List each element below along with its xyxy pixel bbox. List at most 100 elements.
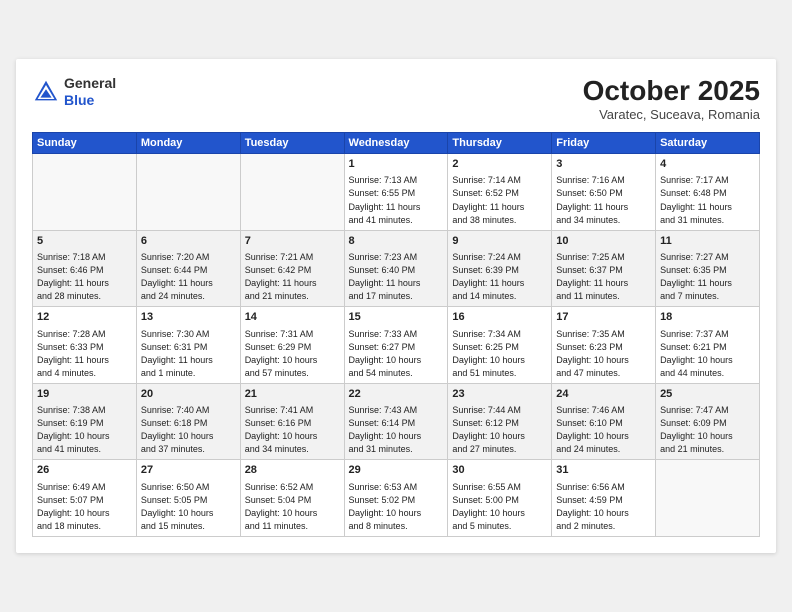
day-number: 3 (556, 157, 651, 172)
day-info: Sunrise: 7:14 AM Sunset: 6:52 PM Dayligh… (452, 174, 547, 226)
header-tuesday: Tuesday (240, 133, 344, 154)
table-row: 24 Sunrise: 7:46 AM Sunset: 6:10 PM Dayli… (552, 383, 656, 460)
calendar-grid: Sunday Monday Tuesday Wednesday Thursday… (32, 132, 760, 537)
calendar-week-row: 26 Sunrise: 6:49 AM Sunset: 5:07 PM Dayli… (33, 460, 760, 537)
day-number: 23 (452, 387, 547, 402)
header-sunday: Sunday (33, 133, 137, 154)
day-number: 25 (660, 387, 755, 402)
table-row: 25Sunrise: 7:47 AM Sunset: 6:09 PM Dayli… (656, 383, 760, 460)
header-monday: Monday (136, 133, 240, 154)
day-number: 8 (349, 234, 444, 249)
table-row: 5Sunrise: 7:18 AM Sunset: 6:46 PM Daylig… (33, 230, 137, 307)
weekday-header-row: Sunday Monday Tuesday Wednesday Thursday… (33, 133, 760, 154)
calendar-week-row: 1 Sunrise: 7:13 AM Sunset: 6:55 PM Daylig… (33, 154, 760, 231)
table-row: 11 Sunrise: 7:27 AM Sunset: 6:35 PM Dayli… (656, 230, 760, 307)
table-row: 9 Sunrise: 7:24 AM Sunset: 6:39 PM Daylig… (448, 230, 552, 307)
day-number: 9 (452, 234, 547, 249)
day-number: 16 (452, 310, 547, 325)
day-info: Sunrise: 7:44 AM Sunset: 6:12 PM Dayligh… (452, 404, 547, 456)
day-number: 1 (349, 157, 444, 172)
table-row: 12Sunrise: 7:28 AM Sunset: 6:33 PM Dayli… (33, 307, 137, 384)
day-info: Sunrise: 7:28 AM Sunset: 6:33 PM Dayligh… (37, 328, 132, 380)
table-row: 21 Sunrise: 7:41 AM Sunset: 6:16 PM Dayli… (240, 383, 344, 460)
day-number: 30 (452, 463, 547, 478)
table-row: 10 Sunrise: 7:25 AM Sunset: 6:37 PM Dayli… (552, 230, 656, 307)
table-row: 19 Sunrise: 7:38 AM Sunset: 6:19 PM Dayli… (33, 383, 137, 460)
table-row: 26 Sunrise: 6:49 AM Sunset: 5:07 PM Dayli… (33, 460, 137, 537)
day-number: 19 (37, 387, 132, 402)
table-row: 18 Sunrise: 7:37 AM Sunset: 6:21 PM Dayli… (656, 307, 760, 384)
calendar-container: General Blue October 2025 Varatec, Sucea… (16, 59, 776, 553)
day-number: 13 (141, 310, 236, 325)
day-number: 29 (349, 463, 444, 478)
day-number: 21 (245, 387, 340, 402)
table-row: 7Sunrise: 7:21 AM Sunset: 6:42 PM Daylig… (240, 230, 344, 307)
table-row: 29 Sunrise: 6:53 AM Sunset: 5:02 PM Dayli… (344, 460, 448, 537)
logo-icon (32, 78, 60, 106)
day-info: Sunrise: 7:33 AM Sunset: 6:27 PM Dayligh… (349, 328, 444, 380)
day-info: Sunrise: 7:24 AM Sunset: 6:39 PM Dayligh… (452, 251, 547, 303)
header-saturday: Saturday (656, 133, 760, 154)
day-number: 22 (349, 387, 444, 402)
header-friday: Friday (552, 133, 656, 154)
day-info: Sunrise: 7:27 AM Sunset: 6:35 PM Dayligh… (660, 251, 755, 303)
header: General Blue October 2025 Varatec, Sucea… (32, 75, 760, 122)
table-row: 14 Sunrise: 7:31 AM Sunset: 6:29 PM Dayli… (240, 307, 344, 384)
day-number: 28 (245, 463, 340, 478)
day-info: Sunrise: 7:25 AM Sunset: 6:37 PM Dayligh… (556, 251, 651, 303)
day-info: Sunrise: 6:55 AM Sunset: 5:00 PM Dayligh… (452, 481, 547, 533)
table-row: 17 Sunrise: 7:35 AM Sunset: 6:23 PM Dayli… (552, 307, 656, 384)
day-number: 11 (660, 234, 755, 249)
header-thursday: Thursday (448, 133, 552, 154)
table-row (136, 154, 240, 231)
day-info: Sunrise: 7:30 AM Sunset: 6:31 PM Dayligh… (141, 328, 236, 380)
day-info: Sunrise: 7:41 AM Sunset: 6:16 PM Dayligh… (245, 404, 340, 456)
table-row: 3 Sunrise: 7:16 AM Sunset: 6:50 PM Daylig… (552, 154, 656, 231)
calendar-body: 1 Sunrise: 7:13 AM Sunset: 6:55 PM Daylig… (33, 154, 760, 537)
day-number: 24 (556, 387, 651, 402)
location-subtitle: Varatec, Suceava, Romania (583, 107, 760, 122)
day-info: Sunrise: 7:38 AM Sunset: 6:19 PM Dayligh… (37, 404, 132, 456)
day-info: Sunrise: 6:49 AM Sunset: 5:07 PM Dayligh… (37, 481, 132, 533)
day-info: Sunrise: 7:21 AM Sunset: 6:42 PM Dayligh… (245, 251, 340, 303)
table-row: 8 Sunrise: 7:23 AM Sunset: 6:40 PM Daylig… (344, 230, 448, 307)
day-info: Sunrise: 7:16 AM Sunset: 6:50 PM Dayligh… (556, 174, 651, 226)
logo-text: General Blue (64, 75, 116, 109)
table-row: 16 Sunrise: 7:34 AM Sunset: 6:25 PM Dayli… (448, 307, 552, 384)
day-info: Sunrise: 7:23 AM Sunset: 6:40 PM Dayligh… (349, 251, 444, 303)
day-info: Sunrise: 7:37 AM Sunset: 6:21 PM Dayligh… (660, 328, 755, 380)
table-row: 23 Sunrise: 7:44 AM Sunset: 6:12 PM Dayli… (448, 383, 552, 460)
day-info: Sunrise: 7:35 AM Sunset: 6:23 PM Dayligh… (556, 328, 651, 380)
day-number: 17 (556, 310, 651, 325)
day-info: Sunrise: 7:43 AM Sunset: 6:14 PM Dayligh… (349, 404, 444, 456)
table-row: 2Sunrise: 7:14 AM Sunset: 6:52 PM Daylig… (448, 154, 552, 231)
table-row: 6Sunrise: 7:20 AM Sunset: 6:44 PM Daylig… (136, 230, 240, 307)
table-row: 30 Sunrise: 6:55 AM Sunset: 5:00 PM Dayli… (448, 460, 552, 537)
day-info: Sunrise: 6:52 AM Sunset: 5:04 PM Dayligh… (245, 481, 340, 533)
day-number: 26 (37, 463, 132, 478)
day-info: Sunrise: 7:46 AM Sunset: 6:10 PM Dayligh… (556, 404, 651, 456)
day-info: Sunrise: 7:18 AM Sunset: 6:46 PM Dayligh… (37, 251, 132, 303)
day-number: 14 (245, 310, 340, 325)
day-info: Sunrise: 7:20 AM Sunset: 6:44 PM Dayligh… (141, 251, 236, 303)
day-number: 18 (660, 310, 755, 325)
day-number: 10 (556, 234, 651, 249)
table-row: 28 Sunrise: 6:52 AM Sunset: 5:04 PM Dayli… (240, 460, 344, 537)
table-row (240, 154, 344, 231)
day-info: Sunrise: 7:34 AM Sunset: 6:25 PM Dayligh… (452, 328, 547, 380)
day-info: Sunrise: 7:31 AM Sunset: 6:29 PM Dayligh… (245, 328, 340, 380)
calendar-week-row: 19 Sunrise: 7:38 AM Sunset: 6:19 PM Dayli… (33, 383, 760, 460)
day-info: Sunrise: 6:53 AM Sunset: 5:02 PM Dayligh… (349, 481, 444, 533)
table-row: 15Sunrise: 7:33 AM Sunset: 6:27 PM Dayli… (344, 307, 448, 384)
day-info: Sunrise: 6:56 AM Sunset: 4:59 PM Dayligh… (556, 481, 651, 533)
day-info: Sunrise: 7:13 AM Sunset: 6:55 PM Dayligh… (349, 174, 444, 226)
table-row: 31 Sunrise: 6:56 AM Sunset: 4:59 PM Dayli… (552, 460, 656, 537)
table-row (656, 460, 760, 537)
table-row: 27Sunrise: 6:50 AM Sunset: 5:05 PM Dayli… (136, 460, 240, 537)
table-row: 22 Sunrise: 7:43 AM Sunset: 6:14 PM Dayli… (344, 383, 448, 460)
day-number: 31 (556, 463, 651, 478)
calendar-week-row: 5Sunrise: 7:18 AM Sunset: 6:46 PM Daylig… (33, 230, 760, 307)
calendar-week-row: 12Sunrise: 7:28 AM Sunset: 6:33 PM Dayli… (33, 307, 760, 384)
table-row: 20Sunrise: 7:40 AM Sunset: 6:18 PM Dayli… (136, 383, 240, 460)
day-number: 4 (660, 157, 755, 172)
